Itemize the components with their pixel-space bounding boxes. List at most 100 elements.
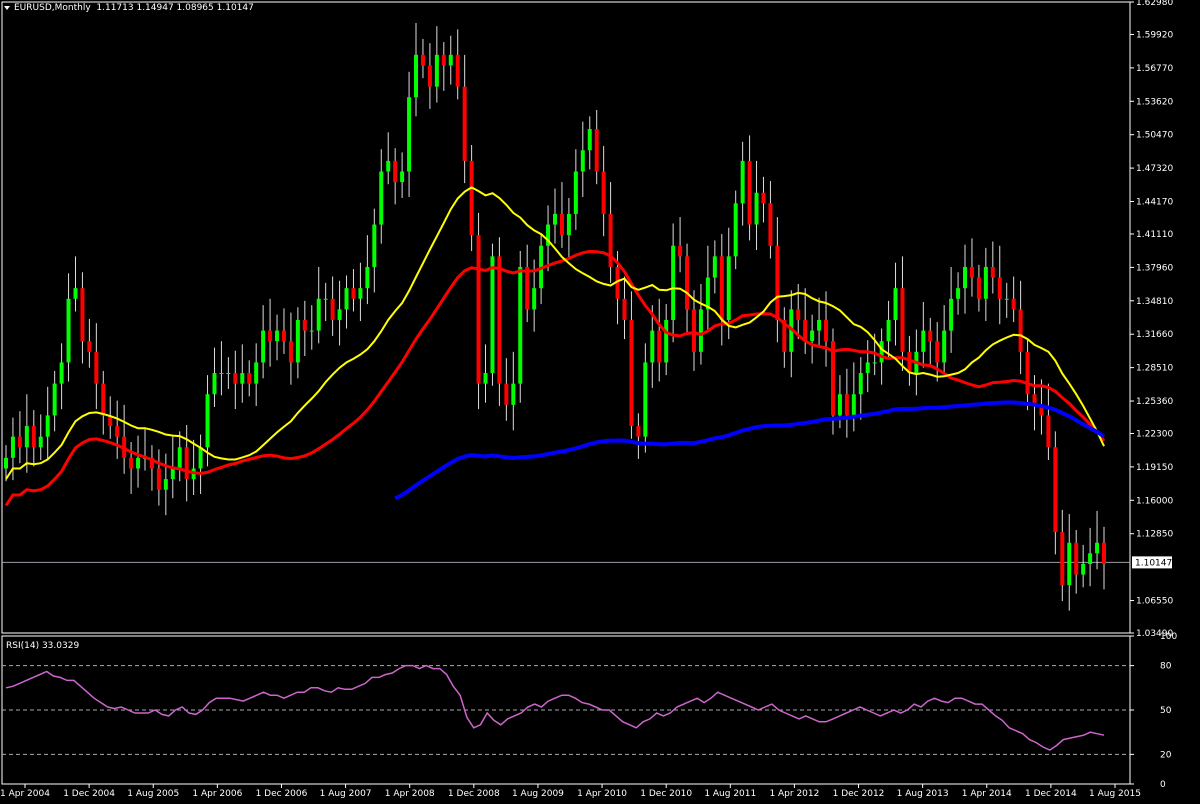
bear-candle[interactable]: [1025, 351, 1030, 395]
bull-candle[interactable]: [136, 457, 141, 469]
bull-candle[interactable]: [400, 171, 405, 183]
bull-candle[interactable]: [414, 54, 419, 98]
bull-candle[interactable]: [886, 319, 891, 342]
bull-candle[interactable]: [511, 383, 516, 405]
bull-candle[interactable]: [893, 288, 898, 320]
bull-candle[interactable]: [4, 457, 8, 469]
bull-candle[interactable]: [740, 160, 745, 204]
bear-candle[interactable]: [796, 309, 801, 320]
bull-candle[interactable]: [261, 330, 266, 363]
bull-candle[interactable]: [754, 192, 759, 225]
bear-candle[interactable]: [302, 319, 307, 331]
dropdown-arrow-icon[interactable]: [4, 5, 10, 10]
bull-candle[interactable]: [851, 394, 856, 416]
bull-candle[interactable]: [810, 330, 815, 342]
bear-candle[interactable]: [907, 351, 912, 374]
bear-candle[interactable]: [1018, 309, 1023, 352]
bear-candle[interactable]: [1053, 447, 1058, 533]
bull-candle[interactable]: [448, 54, 453, 66]
bull-candle[interactable]: [372, 224, 377, 267]
bear-candle[interactable]: [288, 341, 293, 363]
bull-candle[interactable]: [66, 298, 71, 363]
bull-candle[interactable]: [386, 160, 391, 172]
bull-candle[interactable]: [163, 479, 168, 490]
bull-candle[interactable]: [358, 288, 363, 299]
bull-candle[interactable]: [1088, 553, 1093, 564]
bull-candle[interactable]: [219, 373, 224, 375]
bull-candle[interactable]: [205, 394, 210, 448]
bear-candle[interactable]: [935, 341, 940, 363]
bear-candle[interactable]: [678, 245, 683, 257]
bull-candle[interactable]: [434, 54, 439, 87]
bull-candle[interactable]: [275, 330, 280, 342]
bear-candle[interactable]: [420, 54, 425, 66]
bear-candle[interactable]: [657, 330, 662, 363]
bear-candle[interactable]: [928, 330, 933, 342]
bull-candle[interactable]: [344, 288, 349, 310]
bear-candle[interactable]: [115, 426, 120, 437]
bull-candle[interactable]: [379, 171, 384, 225]
bear-candle[interactable]: [990, 266, 995, 278]
bear-candle[interactable]: [629, 319, 634, 427]
bear-candle[interactable]: [691, 309, 696, 352]
bear-candle[interactable]: [775, 245, 780, 320]
bull-candle[interactable]: [580, 150, 585, 172]
bear-candle[interactable]: [1102, 542, 1106, 564]
bear-candle[interactable]: [441, 54, 446, 66]
bear-candle[interactable]: [1046, 415, 1051, 448]
bear-candle[interactable]: [1060, 532, 1065, 586]
bear-candle[interactable]: [747, 160, 752, 225]
bull-candle[interactable]: [73, 288, 78, 299]
bull-candle[interactable]: [712, 256, 717, 278]
bull-candle[interactable]: [726, 256, 731, 320]
bear-candle[interactable]: [330, 298, 335, 320]
bull-candle[interactable]: [212, 373, 217, 395]
bear-candle[interactable]: [156, 468, 161, 490]
bull-candle[interactable]: [733, 203, 738, 257]
bear-candle[interactable]: [351, 288, 356, 299]
bear-candle[interactable]: [844, 394, 849, 416]
bear-candle[interactable]: [80, 288, 85, 342]
bull-candle[interactable]: [295, 319, 300, 363]
bull-candle[interactable]: [963, 266, 968, 289]
bull-candle[interactable]: [643, 362, 648, 437]
bull-candle[interactable]: [553, 213, 557, 225]
bull-candle[interactable]: [59, 362, 64, 384]
bull-candle[interactable]: [587, 129, 592, 151]
bear-candle[interactable]: [601, 171, 606, 214]
bear-candle[interactable]: [469, 160, 474, 236]
bull-candle[interactable]: [1067, 542, 1072, 586]
bear-candle[interactable]: [462, 86, 467, 161]
bull-candle[interactable]: [407, 97, 412, 172]
bull-candle[interactable]: [198, 447, 203, 469]
bull-candle[interactable]: [518, 266, 523, 384]
chart-window[interactable]: 1.62980 1.59920 1.56770 1.53620 1.50470 1.473…: [0, 0, 1200, 800]
bull-candle[interactable]: [942, 330, 947, 363]
bear-candle[interactable]: [268, 330, 273, 342]
bear-candle[interactable]: [685, 256, 690, 310]
bear-candle[interactable]: [1011, 298, 1016, 310]
bull-candle[interactable]: [573, 171, 578, 214]
bear-candle[interactable]: [969, 266, 974, 278]
bull-candle[interactable]: [532, 288, 537, 310]
bull-candle[interactable]: [865, 362, 870, 374]
bear-candle[interactable]: [636, 426, 641, 437]
bear-candle[interactable]: [247, 373, 252, 384]
bull-candle[interactable]: [24, 426, 29, 448]
bear-candle[interactable]: [393, 160, 398, 183]
price-chart[interactable]: 1.62980 1.59920 1.56770 1.53620 1.50470 1.473…: [0, 0, 1200, 800]
bull-candle[interactable]: [240, 373, 245, 384]
bull-candle[interactable]: [309, 330, 314, 332]
bear-candle[interactable]: [233, 373, 238, 384]
bull-candle[interactable]: [956, 288, 961, 299]
bull-candle[interactable]: [671, 245, 676, 320]
bull-candle[interactable]: [1095, 542, 1100, 554]
bear-candle[interactable]: [31, 426, 36, 448]
bull-candle[interactable]: [323, 298, 328, 300]
bear-candle[interactable]: [129, 457, 134, 469]
bear-candle[interactable]: [761, 192, 766, 204]
bear-candle[interactable]: [497, 256, 502, 384]
bear-candle[interactable]: [900, 288, 905, 352]
bull-candle[interactable]: [858, 373, 863, 395]
bear-candle[interactable]: [455, 54, 460, 87]
